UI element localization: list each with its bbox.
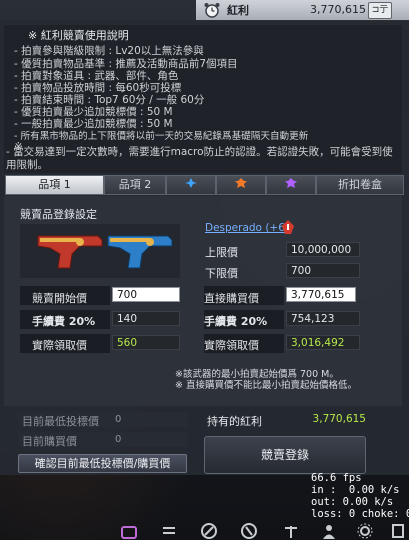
netgraph-fps: 66.6 fps — [311, 472, 362, 484]
fee-label-right: 手續費 20% — [204, 315, 268, 328]
lower-limit-value: 700 — [286, 263, 360, 278]
current-min-bid-label: 目前最低投標價 — [22, 415, 99, 428]
confirm-current-price-button[interactable]: 確認目前最低投標價/購買價 — [18, 454, 187, 473]
actual-receive-value-left: 560 — [112, 335, 180, 350]
tab-category-blue[interactable] — [166, 175, 216, 195]
gear-icon[interactable] — [356, 522, 374, 540]
netgraph-out: out: 0.00 k/s — [311, 496, 394, 508]
registration-title: 競賣品登錄設定 — [20, 208, 97, 221]
currency-value: 3,770,615 — [310, 3, 366, 16]
upper-limit-label: 上限價 — [205, 246, 238, 259]
auction-register-button[interactable]: 競賣登錄 — [204, 436, 366, 474]
tab-item-1[interactable]: 品項 1 — [5, 175, 104, 195]
actual-receive-label-left: 實際領取價 — [32, 339, 87, 352]
revolvers-icon — [37, 235, 173, 269]
tab-category-orange[interactable] — [216, 175, 266, 195]
currency-exchange-button[interactable]: ⊐亍 — [368, 2, 392, 19]
netgraph-loss: loss: 0 choke: 0 — [311, 508, 409, 520]
buy-price-rule-note: ※ 直接購買價不能比最小拍賣起始價格低。 — [175, 380, 357, 391]
tab-discount-coupon-box[interactable]: 折扣卷盒 — [316, 175, 404, 195]
alarm-clock-icon[interactable] — [203, 2, 221, 18]
menu-icon[interactable] — [160, 522, 178, 540]
owned-bonus-value: 3,770,615 — [312, 413, 366, 425]
purple-emblem-icon — [285, 178, 297, 188]
inventory-icon[interactable] — [120, 522, 138, 540]
actual-receive-value-right: 3,016,492 — [286, 335, 360, 350]
tab-category-purple[interactable] — [266, 175, 316, 195]
character-icon[interactable] — [320, 522, 338, 540]
current-buy-label: 目前購買價 — [22, 435, 77, 448]
start-price-input[interactable]: 700 — [112, 287, 180, 302]
currency-label: 紅利 — [227, 4, 249, 17]
skill-icon[interactable] — [240, 522, 258, 540]
buy-price-label: 直接購買價 — [204, 292, 259, 305]
scale-icon[interactable] — [282, 522, 300, 540]
blue-emblem-icon — [185, 178, 197, 188]
info-line: - 當交易達到一定次數時，需要進行macro防止的認證。若認證失敗，可能會受到使… — [6, 146, 393, 171]
orange-emblem-icon — [235, 178, 247, 188]
danger-warning-icon — [282, 220, 294, 234]
info-line: - 所有黑市物品的上下限價將以前一天的交易紀錄爲基礎隔天自動更新 — [14, 131, 309, 142]
exit-icon[interactable] — [390, 522, 408, 540]
fee-value-left: 140 — [112, 311, 180, 326]
tab-item-2[interactable]: 品項 2 — [104, 175, 166, 195]
current-min-bid-value: 0 — [115, 414, 122, 425]
actual-receive-label-right: 實際領取價 — [204, 339, 259, 352]
compass-icon[interactable] — [200, 522, 218, 540]
item-name-link[interactable]: Desperado (+6) — [205, 222, 289, 234]
netgraph-in: in : 0.00 k/s — [311, 484, 400, 496]
upper-limit-value: 10,000,000 — [286, 242, 360, 257]
usage-info-title: ※ 紅利競賣使用說明 — [28, 29, 129, 42]
current-buy-value: 0 — [115, 434, 122, 445]
lower-limit-label: 下限價 — [205, 267, 238, 280]
owned-bonus-label: 持有的紅利 — [207, 415, 262, 428]
buy-price-input[interactable]: 3,770,615 — [286, 287, 356, 302]
item-image — [20, 224, 180, 278]
fee-label-left: 手續費 20% — [32, 315, 96, 328]
fee-value-right: 754,123 — [286, 311, 360, 326]
start-price-label: 競賣開始價 — [32, 292, 87, 305]
